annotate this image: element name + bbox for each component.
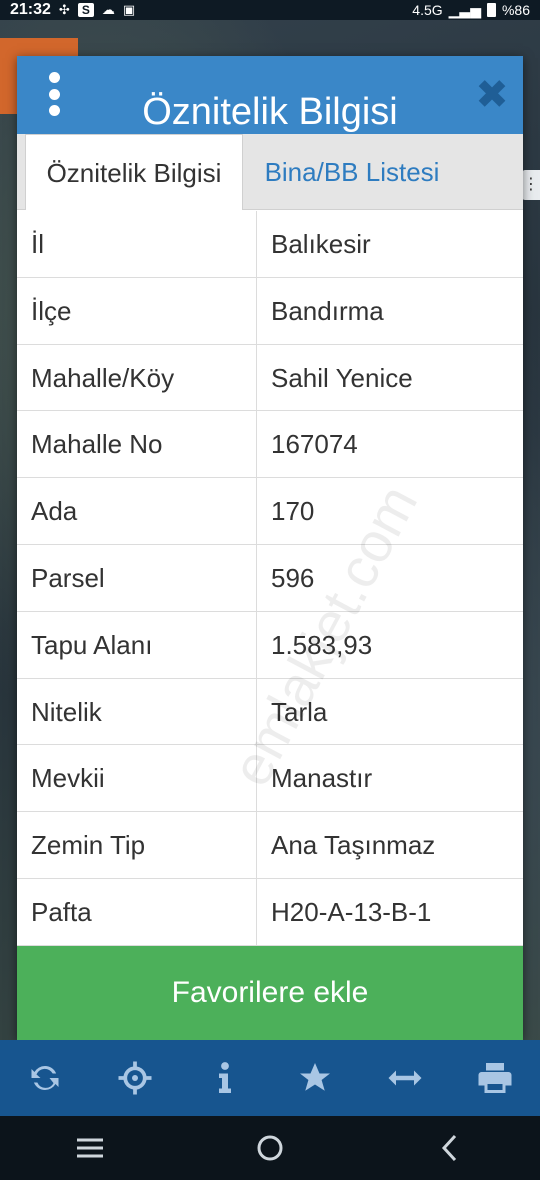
table-row: Ada 170 — [17, 478, 523, 545]
table-row: Mahalle No 167074 — [17, 411, 523, 479]
table-row: Parsel 596 — [17, 544, 523, 612]
fan-icon: ✣ — [58, 2, 70, 17]
dialog-title: Öznitelik Bilgisi — [142, 91, 398, 133]
row-value: Ana Taşınmaz — [271, 830, 436, 861]
map-side-control-icon[interactable]: ⋮ — [522, 170, 540, 200]
attribute-table: İl Balıkesir İlçe Bandırma Mahalle/Köy S… — [17, 211, 523, 946]
radio-icon: ▣ — [122, 2, 136, 17]
row-key: Zemin Tip — [17, 812, 257, 878]
s-app-icon: S — [77, 3, 94, 17]
tab-building-list[interactable]: Bina/BB Listesi — [247, 134, 457, 210]
row-key: Nitelik — [17, 678, 257, 745]
print-icon[interactable] — [470, 1053, 520, 1103]
recent-apps-icon[interactable] — [60, 1123, 120, 1173]
row-key: Pafta — [17, 878, 257, 945]
network-type: 4.5G — [412, 2, 443, 18]
status-bar: 21:32 ✣ S ☁ ▣ 4.5G ▁▃▅ %86 — [0, 0, 540, 20]
system-nav-bar — [0, 1116, 540, 1180]
table-row: Pafta H20-A-13-B-1 — [17, 878, 523, 946]
row-value: H20-A-13-B-1 — [271, 896, 432, 927]
close-icon[interactable]: ✖ — [475, 75, 509, 115]
row-key: Tapu Alanı — [17, 611, 257, 678]
status-right: 4.5G ▁▃▅ %86 — [406, 2, 530, 19]
dialog-header: Öznitelik Bilgisi ✖ — [17, 56, 523, 134]
info-icon[interactable] — [200, 1053, 250, 1103]
battery-level: %86 — [501, 2, 530, 18]
row-value: Balıkesir — [271, 229, 371, 259]
tab-bar: Öznitelik Bilgisi Bina/BB Listesi — [17, 134, 523, 210]
row-key: Mevkii — [17, 745, 257, 812]
tab-attribute-info[interactable]: Öznitelik Bilgisi — [25, 134, 243, 210]
row-key: Parsel — [17, 544, 257, 611]
attribute-dialog: Öznitelik Bilgisi ✖ Öznitelik Bilgisi Bi… — [17, 56, 523, 1040]
locate-icon[interactable] — [110, 1053, 160, 1103]
map-toolbar — [0, 1040, 540, 1116]
row-value: Sahil Yenice — [271, 362, 413, 393]
battery-icon — [486, 3, 496, 17]
table-row: İl Balıkesir — [17, 211, 523, 278]
table-row: Mahalle/Köy Sahil Yenice — [17, 344, 523, 412]
row-value: 167074 — [271, 429, 358, 460]
cloud-icon: ☁ — [101, 2, 115, 17]
signal-icon: ▁▃▅ — [448, 1, 481, 18]
row-key: İl — [17, 211, 257, 277]
row-key: Mahalle/Köy — [17, 344, 257, 411]
table-row: İlçe Bandırma — [17, 277, 523, 345]
row-value: Bandırma — [271, 295, 384, 326]
row-key: Ada — [17, 478, 257, 544]
status-time: 21:32 — [10, 1, 51, 18]
refresh-icon[interactable] — [20, 1053, 70, 1103]
row-key: Mahalle No — [17, 411, 257, 478]
row-key: İlçe — [17, 277, 257, 344]
home-icon[interactable] — [240, 1123, 300, 1173]
add-to-favorites-button[interactable]: Favorilere ekle — [17, 946, 523, 1040]
table-row: Zemin Tip Ana Taşınmaz — [17, 812, 523, 879]
measure-icon[interactable] — [380, 1053, 430, 1103]
star-icon[interactable] — [290, 1053, 340, 1103]
back-icon[interactable] — [420, 1123, 480, 1173]
